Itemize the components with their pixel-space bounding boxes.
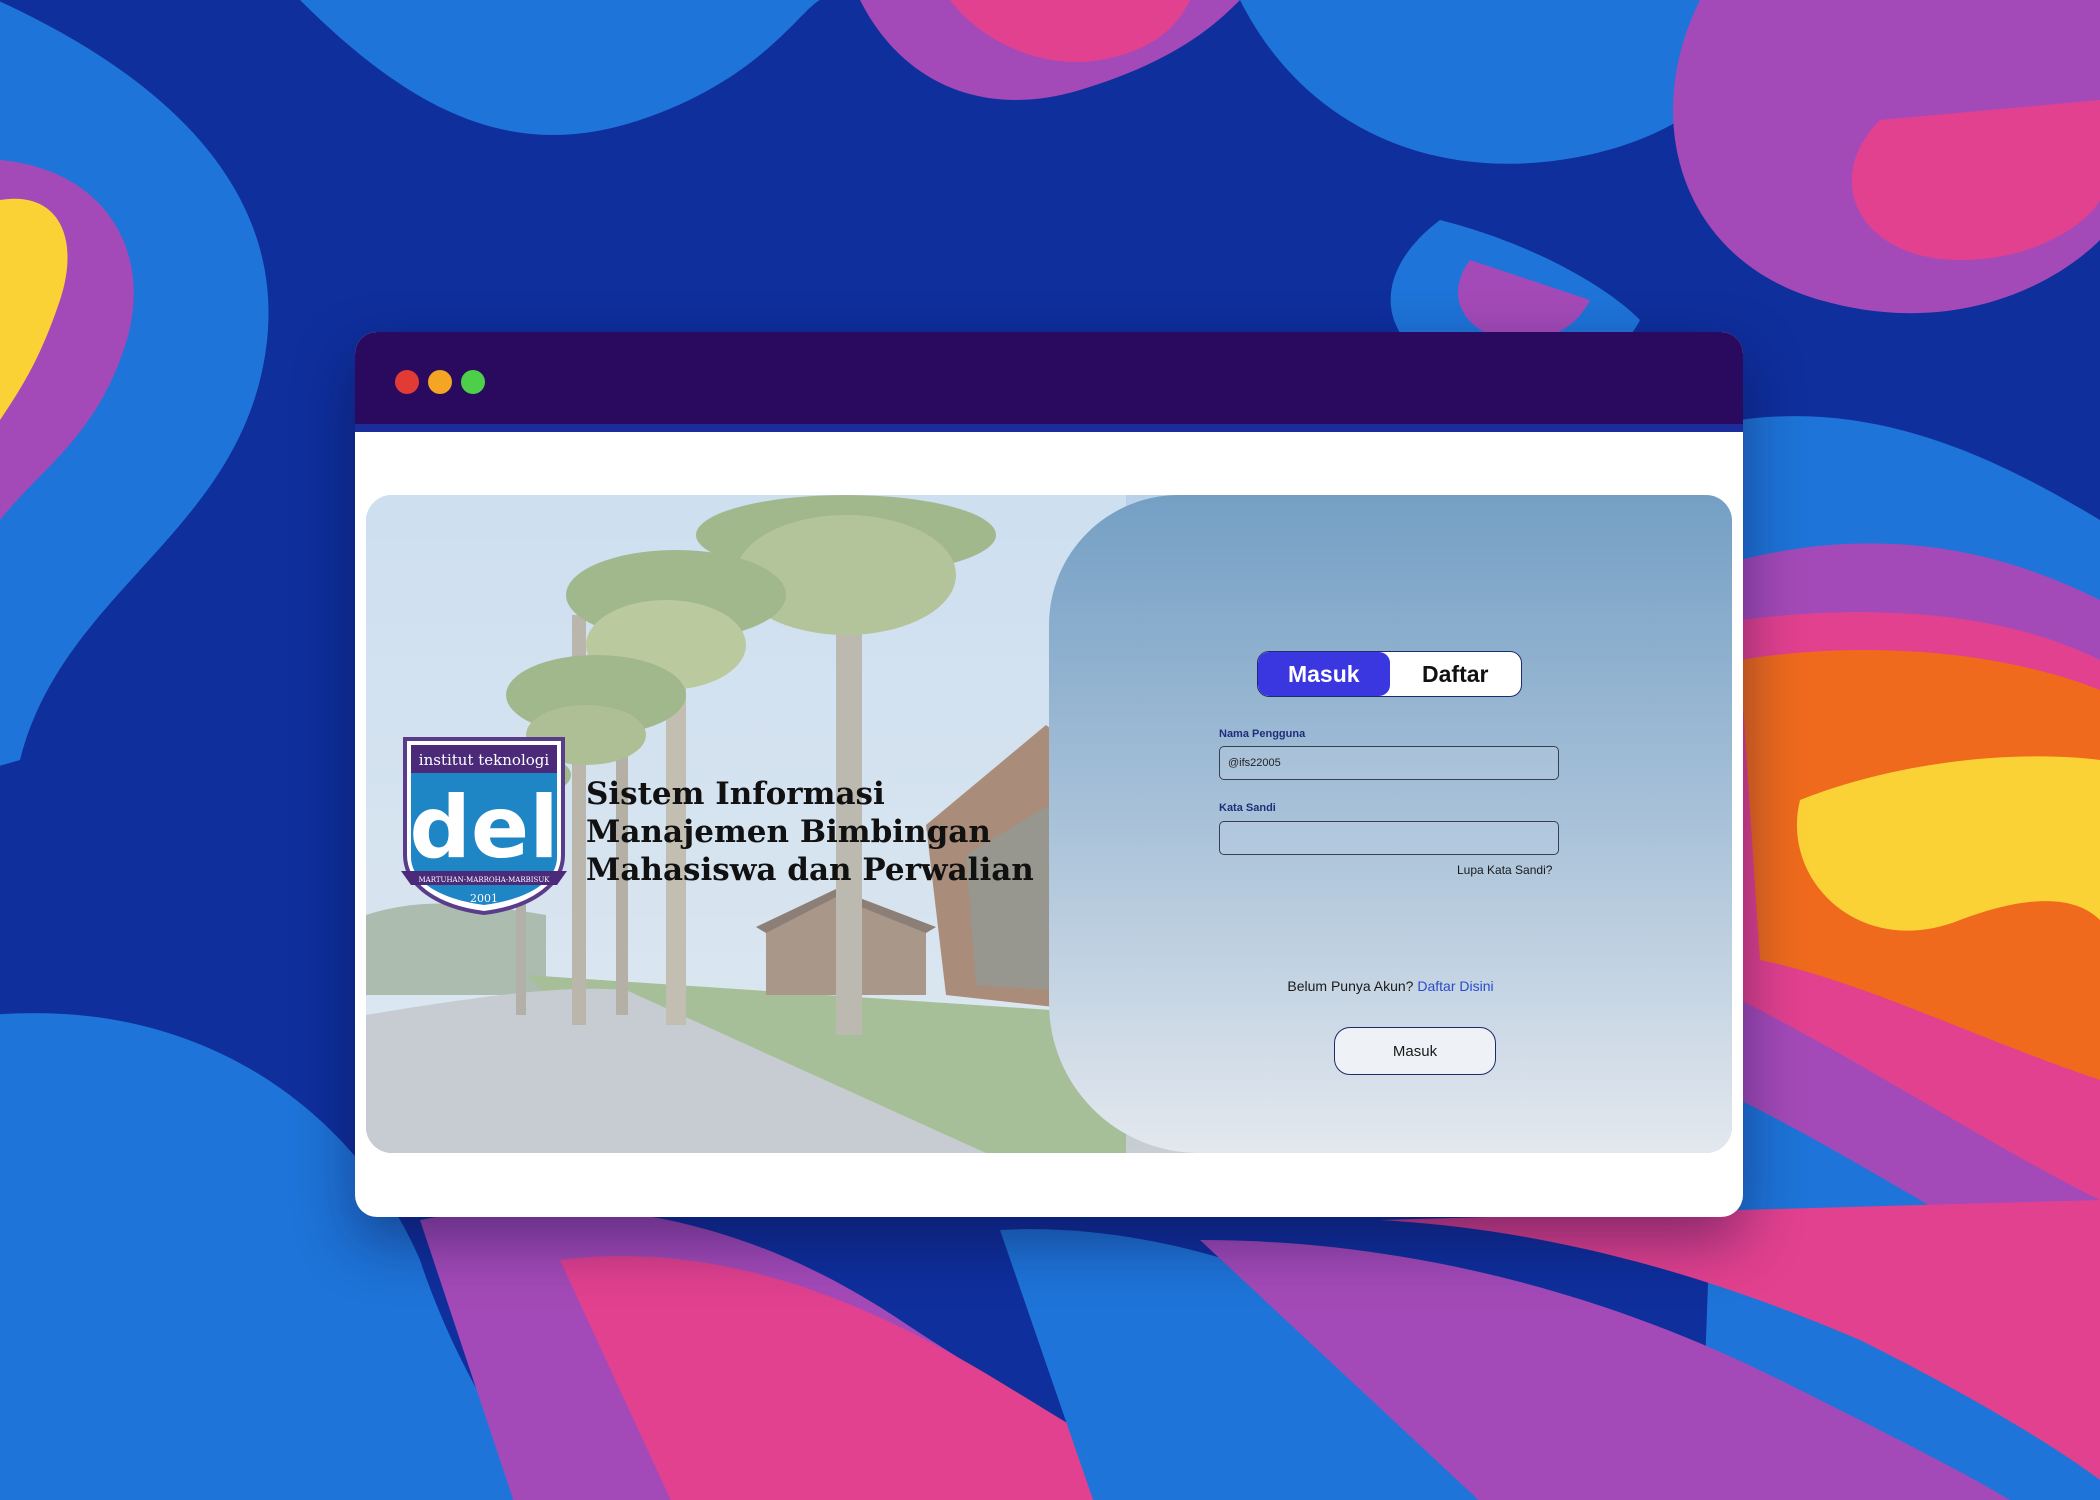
app-title-line-3: Mahasiswa dan Perwalian — [586, 852, 1034, 888]
browser-window: institut teknologi del MARTUHAN-MARROHA-… — [355, 332, 1743, 1217]
app-title-line-1: Sistem Informasi — [586, 776, 885, 812]
logo-motto: MARTUHAN-MARROHA-MARBISUK — [419, 876, 551, 884]
logo-year: 2001 — [470, 892, 498, 905]
app-title-line-2: Manajemen Bimbingan — [586, 814, 991, 850]
password-label: Kata Sandi — [1219, 802, 1276, 814]
login-panel: institut teknologi del MARTUHAN-MARROHA-… — [366, 495, 1732, 1153]
username-input[interactable]: @ifs22005 — [1219, 746, 1559, 780]
forgot-password-link[interactable]: Lupa Kata Sandi? — [1457, 863, 1552, 877]
signup-prompt: Belum Punya Akun? Daftar Disini — [1049, 978, 1732, 994]
close-dot[interactable] — [395, 370, 419, 394]
institut-teknologi-del-logo: institut teknologi del MARTUHAN-MARROHA-… — [401, 737, 567, 915]
logo-wordmark: del — [409, 778, 558, 878]
minimize-dot[interactable] — [428, 370, 452, 394]
no-account-text: Belum Punya Akun? — [1287, 978, 1414, 994]
login-form-panel: Masuk Daftar Nama Pengguna @ifs22005 Kat… — [1049, 495, 1732, 1153]
register-link[interactable]: Daftar Disini — [1417, 978, 1493, 994]
logo-top-text: institut teknologi — [419, 751, 550, 769]
tab-register[interactable]: Daftar — [1390, 652, 1522, 696]
tab-login[interactable]: Masuk — [1258, 652, 1390, 696]
app-title: Sistem Informasi Manajemen Bimbingan Mah… — [586, 775, 1056, 889]
password-input[interactable] — [1219, 821, 1559, 855]
window-titlebar — [355, 332, 1743, 432]
maximize-dot[interactable] — [461, 370, 485, 394]
username-label: Nama Pengguna — [1219, 728, 1306, 740]
login-submit-button[interactable]: Masuk — [1334, 1027, 1496, 1075]
auth-mode-toggle: Masuk Daftar — [1257, 651, 1522, 697]
